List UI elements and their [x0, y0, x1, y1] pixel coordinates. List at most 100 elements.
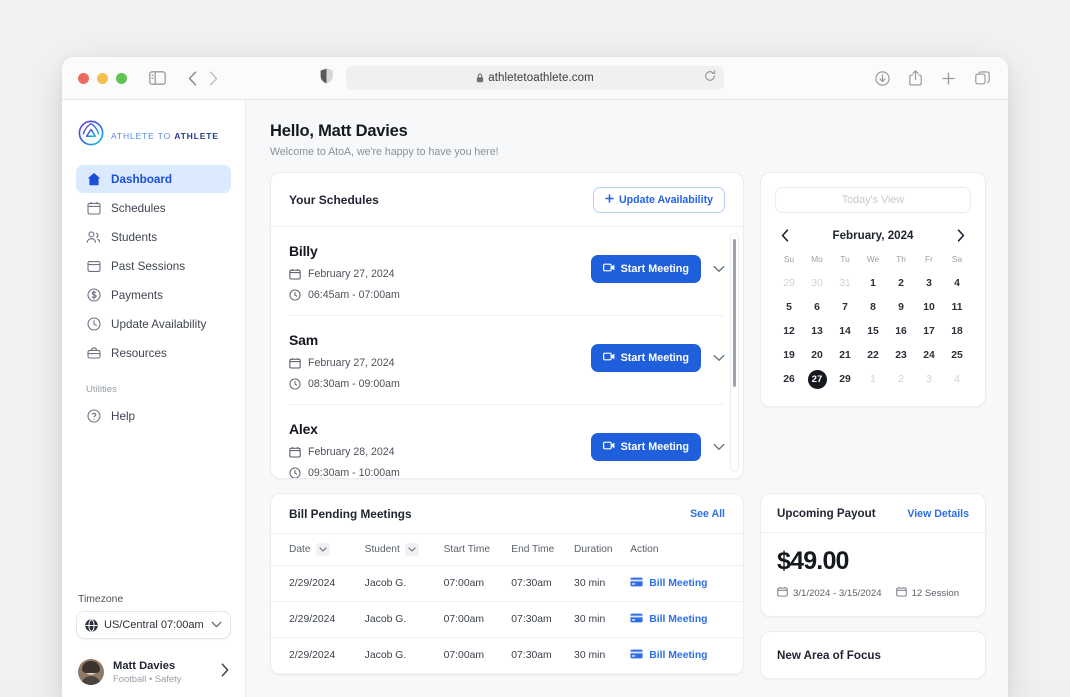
chevron-right-icon[interactable]: [221, 663, 229, 682]
calendar-day[interactable]: 2: [887, 272, 915, 294]
calendar-day[interactable]: 19: [775, 344, 803, 366]
users-icon: [86, 230, 101, 245]
calendar-day[interactable]: 29: [775, 272, 803, 294]
start-meeting-button[interactable]: Start Meeting: [591, 344, 701, 372]
sidebar-toggle-icon[interactable]: [149, 71, 166, 85]
forward-arrow-icon[interactable]: [209, 71, 218, 86]
sidebar-item-schedules[interactable]: Schedules: [76, 194, 231, 222]
calendar-day[interactable]: 2: [887, 368, 915, 390]
calendar-day[interactable]: 15: [859, 320, 887, 342]
calendar-day-of-week: Su: [775, 254, 803, 270]
schedules-scrollbar[interactable]: [730, 233, 739, 472]
view-details-link[interactable]: View Details: [907, 508, 969, 520]
tabs-icon[interactable]: [975, 71, 990, 85]
expand-schedule-chevron-down-icon[interactable]: [713, 265, 725, 273]
prev-month-chevron-left-icon[interactable]: [779, 227, 791, 244]
sidebar-item-payments[interactable]: Payments: [76, 281, 231, 309]
shield-icon[interactable]: [320, 68, 333, 89]
calendar-day[interactable]: 10: [915, 296, 943, 318]
calendar-day[interactable]: 3: [915, 368, 943, 390]
calendar-day[interactable]: 26: [775, 368, 803, 390]
schedule-time: 06:45am - 07:00am: [308, 289, 400, 301]
bill-meeting-label: Bill Meeting: [649, 578, 707, 589]
sidebar-item-students[interactable]: Students: [76, 223, 231, 251]
calendar-day[interactable]: 16: [887, 320, 915, 342]
expand-schedule-chevron-down-icon[interactable]: [713, 443, 725, 451]
column-header-date[interactable]: Date: [271, 534, 365, 566]
update-availability-button[interactable]: Update Availability: [593, 187, 725, 213]
calendar-day[interactable]: 6: [803, 296, 831, 318]
sidebar-item-past-sessions[interactable]: Past Sessions: [76, 252, 231, 280]
clock-icon: [86, 317, 101, 332]
question-circle-icon: [86, 409, 101, 424]
calendar-day[interactable]: 30: [803, 272, 831, 294]
sidebar-item-update-availability[interactable]: Update Availability: [76, 310, 231, 338]
close-window-button[interactable]: [78, 73, 89, 84]
reload-icon[interactable]: [704, 69, 716, 87]
calendar-day[interactable]: 17: [915, 320, 943, 342]
calendar-day[interactable]: 1: [859, 368, 887, 390]
column-header-action: Action: [630, 534, 743, 566]
calendar-day[interactable]: 18: [943, 320, 971, 342]
sidebar-item-resources[interactable]: Resources: [76, 339, 231, 367]
calendar-day[interactable]: 24: [915, 344, 943, 366]
sidebar-item-label: Payments: [111, 289, 163, 302]
calendar-day[interactable]: 20: [803, 344, 831, 366]
share-icon[interactable]: [909, 70, 922, 86]
schedule-date: February 28, 2024: [308, 446, 395, 458]
calendar-day[interactable]: 3: [915, 272, 943, 294]
column-header-student[interactable]: Student: [365, 534, 444, 566]
maximize-window-button[interactable]: [116, 73, 127, 84]
todays-view-button[interactable]: Today's View: [775, 187, 971, 213]
calendar-day[interactable]: 5: [775, 296, 803, 318]
calendar-day-selected[interactable]: 27: [803, 368, 831, 390]
sidebar-item-help[interactable]: Help: [76, 402, 231, 430]
calendar-day[interactable]: 4: [943, 272, 971, 294]
calendar-day[interactable]: 9: [887, 296, 915, 318]
see-all-link[interactable]: See All: [690, 508, 725, 520]
calendar-day[interactable]: 31: [831, 272, 859, 294]
bill-meeting-button[interactable]: Bill Meeting: [630, 613, 707, 626]
user-name: Matt Davies: [113, 660, 181, 672]
cell-end-time: 07:30am: [511, 638, 574, 674]
timezone-select[interactable]: US/Central 07:00am: [76, 611, 231, 639]
schedules-list: Billy February 27, 2024: [271, 226, 743, 478]
calendar-day[interactable]: 29: [831, 368, 859, 390]
window-traffic-lights[interactable]: [78, 73, 127, 84]
plus-icon[interactable]: [941, 71, 956, 86]
calendar-day[interactable]: 1: [859, 272, 887, 294]
download-icon[interactable]: [875, 71, 890, 86]
sort-student-chevron-down-icon[interactable]: [405, 543, 419, 556]
toolbar-actions: [875, 70, 990, 86]
focus-title: New Area of Focus: [777, 649, 881, 662]
calendar-day[interactable]: 12: [775, 320, 803, 342]
calendar-day[interactable]: 14: [831, 320, 859, 342]
calendar-day[interactable]: 13: [803, 320, 831, 342]
calendar-day[interactable]: 4: [943, 368, 971, 390]
app-logo[interactable]: ATHLETE TO ATHLETE: [76, 100, 231, 165]
calendar-day[interactable]: 22: [859, 344, 887, 366]
bill-meeting-button[interactable]: Bill Meeting: [630, 649, 707, 662]
calendar-day[interactable]: 11: [943, 296, 971, 318]
table-body: 2/29/2024 Jacob G. 07:00am 07:30am 30 mi…: [271, 566, 743, 674]
calendar-day[interactable]: 21: [831, 344, 859, 366]
sidebar-item-dashboard[interactable]: Dashboard: [76, 165, 231, 193]
user-profile-row[interactable]: Matt Davies Football • Safety: [76, 659, 231, 685]
column-header-duration: Duration: [574, 534, 630, 566]
url-bar[interactable]: athletetoathlete.com: [346, 66, 724, 90]
calendar-day[interactable]: 23: [887, 344, 915, 366]
expand-schedule-chevron-down-icon[interactable]: [713, 354, 725, 362]
calendar-day[interactable]: 25: [943, 344, 971, 366]
start-meeting-button[interactable]: Start Meeting: [591, 255, 701, 283]
calendar-day[interactable]: 8: [859, 296, 887, 318]
back-arrow-icon[interactable]: [188, 71, 197, 86]
calendar-day[interactable]: 7: [831, 296, 859, 318]
sort-date-chevron-down-icon[interactable]: [316, 543, 330, 556]
scrollbar-thumb[interactable]: [733, 239, 736, 387]
minimize-window-button[interactable]: [97, 73, 108, 84]
next-month-chevron-right-icon[interactable]: [955, 227, 967, 244]
calendar-grid[interactable]: SuMoTuWeThFrSa29303112345678910111213141…: [775, 254, 971, 390]
clock-icon: [289, 378, 301, 390]
start-meeting-button[interactable]: Start Meeting: [591, 433, 701, 461]
bill-meeting-button[interactable]: Bill Meeting: [630, 577, 707, 590]
